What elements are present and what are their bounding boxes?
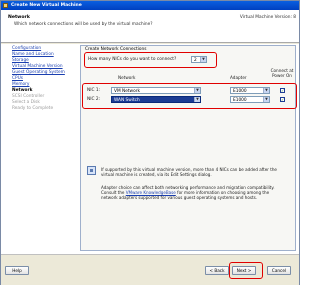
nav-item-vm-version[interactable]: Virtual Machine Version bbox=[12, 64, 63, 69]
adapter-choice-note: Adapter choice can affect both networkin… bbox=[101, 185, 281, 201]
next-button[interactable]: Next > bbox=[232, 266, 256, 275]
network-panel: Create Network Connections How many NICs… bbox=[80, 45, 296, 251]
back-button[interactable]: < Back bbox=[205, 266, 229, 275]
panel-header: Create Network Connections bbox=[85, 47, 147, 52]
nav-item-network: Network bbox=[12, 88, 33, 93]
nav-item-memory[interactable]: Memory bbox=[12, 82, 29, 87]
nic1-network-value: VM Network bbox=[114, 88, 140, 94]
step-title: Network bbox=[8, 15, 30, 20]
nic2-label: NIC 2: bbox=[87, 97, 101, 102]
vm-version-label: Virtual Machine Version: 8 bbox=[239, 15, 296, 20]
step-header: Network Which network connections will b… bbox=[1, 10, 299, 43]
nic2-connect-checkbox[interactable]: ✓ bbox=[280, 97, 285, 102]
step-subtitle: Which network connections will be used b… bbox=[14, 22, 153, 27]
nic1-label: NIC 1: bbox=[87, 88, 101, 93]
nic2-adapter-value: E1000 bbox=[233, 97, 247, 103]
nic1-adapter-dropdown[interactable]: E1000 ▼ bbox=[230, 87, 270, 94]
help-button[interactable]: Help bbox=[5, 266, 29, 275]
column-connect: Connect at Power On bbox=[270, 68, 294, 78]
nic2-network-value: WAN Switch bbox=[114, 97, 140, 103]
wizard-window: Create New Virtual Machine Network Which… bbox=[0, 0, 300, 285]
nav-item-storage[interactable]: Storage bbox=[12, 58, 29, 63]
window-title: Create New Virtual Machine bbox=[11, 3, 82, 8]
nav-item-configuration[interactable]: Configuration bbox=[12, 46, 41, 51]
title-bar: Create New Virtual Machine bbox=[1, 1, 299, 10]
nav-item-guest-os[interactable]: Guest Operating System bbox=[12, 70, 65, 75]
nav-item-name-location[interactable]: Name and Location bbox=[12, 52, 54, 57]
nic2-adapter-dropdown[interactable]: E1000 ▼ bbox=[230, 96, 270, 103]
nic-limit-note: If supported by this virtual machine ver… bbox=[101, 167, 277, 178]
chevron-down-icon[interactable]: ▼ bbox=[194, 97, 200, 102]
nic1-connect-checkbox[interactable]: ✓ bbox=[280, 88, 285, 93]
chevron-down-icon[interactable]: ▼ bbox=[194, 88, 200, 93]
column-network: Network bbox=[118, 75, 136, 80]
nav-item-select-disk: Select a Disk bbox=[12, 100, 40, 105]
nic1-adapter-value: E1000 bbox=[233, 88, 247, 94]
nic1-network-dropdown[interactable]: VM Network ▼ bbox=[111, 87, 201, 94]
chevron-down-icon[interactable]: ▼ bbox=[200, 57, 206, 62]
vm-icon bbox=[3, 3, 8, 8]
wizard-footer: Help < Back Next > Cancel bbox=[1, 254, 299, 285]
chevron-down-icon[interactable]: ▼ bbox=[263, 97, 269, 102]
chevron-down-icon[interactable]: ▼ bbox=[263, 88, 269, 93]
nic-count-dropdown[interactable]: 2 ▼ bbox=[191, 56, 207, 63]
wizard-body: Configuration Name and Location Storage … bbox=[1, 44, 299, 254]
nic2-network-dropdown[interactable]: WAN Switch ▼ bbox=[111, 96, 201, 103]
step-navigation: Configuration Name and Location Storage … bbox=[1, 44, 77, 254]
cancel-button[interactable]: Cancel bbox=[267, 266, 291, 275]
nav-item-ready: Ready to Complete bbox=[12, 106, 54, 111]
nav-item-scsi-controller: SCSI Controller bbox=[12, 94, 45, 99]
nic-count-value: 2 bbox=[194, 57, 197, 63]
nav-item-cpus[interactable]: CPUs bbox=[12, 76, 23, 81]
nic-count-question: How many NICs do you want to connect? bbox=[88, 57, 177, 62]
column-adapter: Adapter bbox=[230, 75, 247, 80]
info-icon bbox=[87, 166, 96, 175]
